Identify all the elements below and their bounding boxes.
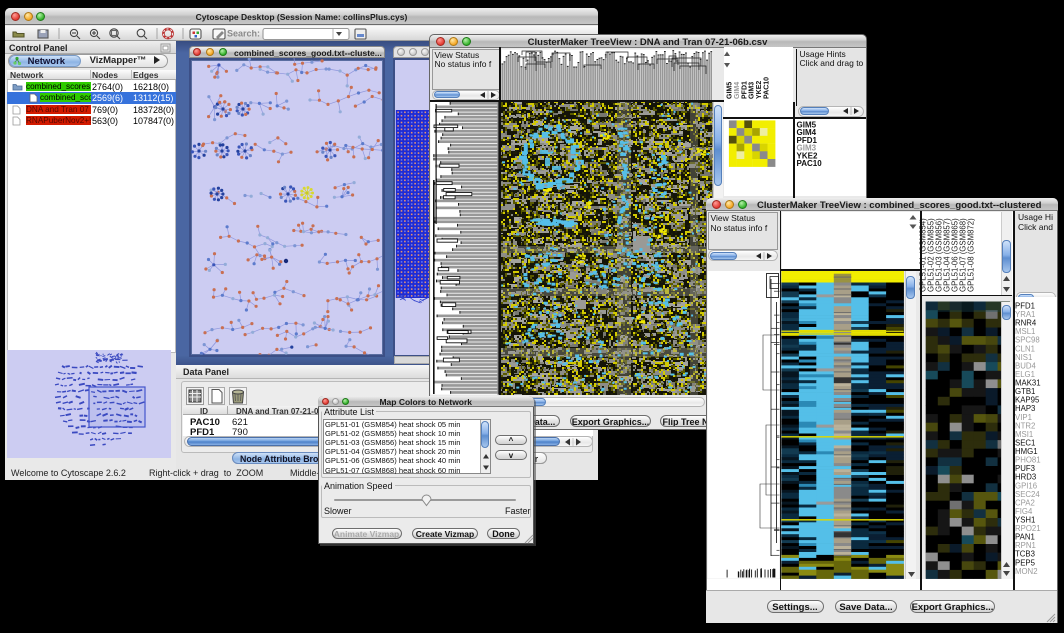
svg-text:MON2: MON2 bbox=[1015, 567, 1038, 576]
